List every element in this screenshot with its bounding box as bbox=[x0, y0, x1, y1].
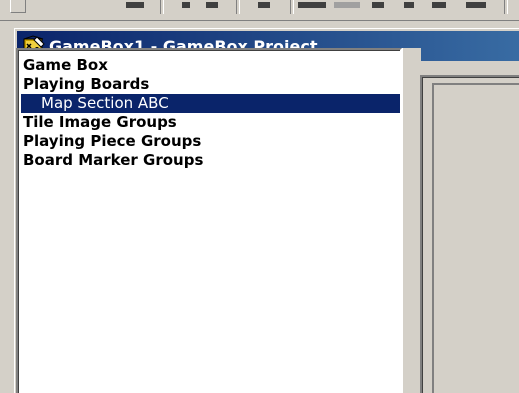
screen: GameBox1 - GameBox Project Game Box Play… bbox=[0, 0, 519, 393]
tree-item-board-marker-groups[interactable]: Board Marker Groups bbox=[21, 151, 400, 170]
pane-splitter[interactable] bbox=[402, 48, 421, 393]
toolbar-separator bbox=[160, 0, 164, 14]
tree-item-playing-piece-groups[interactable]: Playing Piece Groups bbox=[21, 132, 400, 151]
detail-view-pane[interactable] bbox=[420, 75, 519, 393]
tree-item-map-section-abc[interactable]: Map Section ABC bbox=[21, 94, 400, 113]
toolbar-separator bbox=[290, 0, 294, 14]
toolbar bbox=[0, 0, 519, 21]
toolbar-glyph-icon bbox=[372, 2, 384, 8]
toolbar-glyph-icon bbox=[206, 2, 218, 8]
toolbar-glyph-icon bbox=[432, 2, 446, 8]
toolbar-glyph-icon bbox=[182, 2, 190, 8]
toolbar-glyph-icon bbox=[334, 2, 360, 8]
tree-item-game-box[interactable]: Game Box bbox=[21, 56, 400, 75]
tree-item-playing-boards[interactable]: Playing Boards bbox=[21, 75, 400, 94]
toolbar-glyph-icon bbox=[404, 2, 414, 8]
toolbar-separator bbox=[236, 0, 240, 14]
toolbar-glyph-icon bbox=[126, 2, 144, 8]
project-tree[interactable]: Game Box Playing Boards Map Section ABC … bbox=[16, 48, 402, 393]
toolbar-button[interactable] bbox=[10, 0, 26, 13]
toolbar-glyph-icon bbox=[298, 2, 326, 8]
tree-list: Game Box Playing Boards Map Section ABC … bbox=[21, 56, 400, 170]
toolbar-glyph-icon bbox=[258, 2, 270, 8]
toolbar-glyph-icon bbox=[466, 2, 486, 8]
detail-view-inner bbox=[432, 83, 519, 393]
tree-item-tile-image-groups[interactable]: Tile Image Groups bbox=[21, 113, 400, 132]
toolbar-separator bbox=[504, 0, 508, 14]
